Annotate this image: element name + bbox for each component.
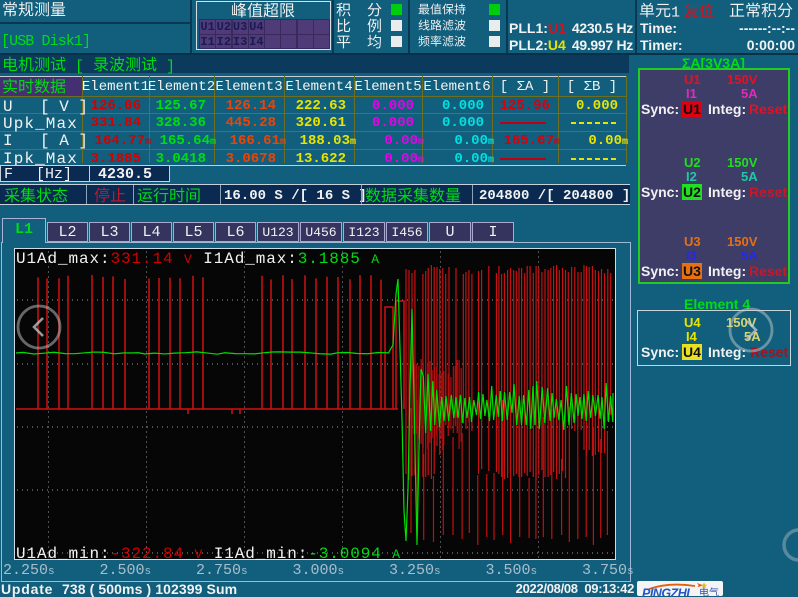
- svg-text:PINGZHI: PINGZHI: [642, 587, 690, 597]
